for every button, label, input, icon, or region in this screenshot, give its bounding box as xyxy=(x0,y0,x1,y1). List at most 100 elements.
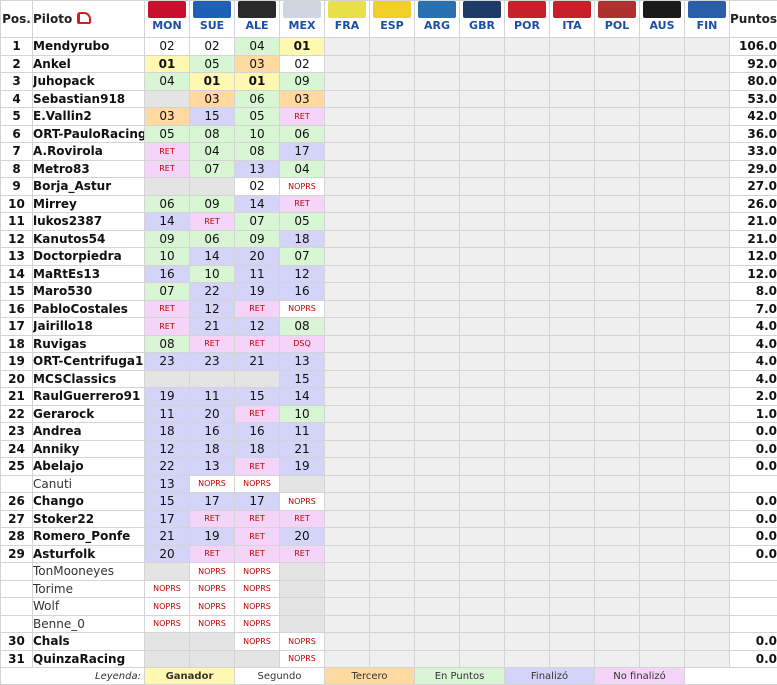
result-cell-empty xyxy=(370,405,415,423)
result-cell-empty xyxy=(595,388,640,406)
result-cell-empty xyxy=(550,528,595,546)
result-cell: RET xyxy=(145,300,190,318)
result-cell-empty xyxy=(640,650,685,668)
result-cell-empty xyxy=(325,335,370,353)
result-cell: 05 xyxy=(280,213,325,231)
driver-name: RaulGuerrero91 xyxy=(33,388,145,406)
rally-code: ESP xyxy=(370,19,414,33)
points-cell: 0.0 xyxy=(730,458,777,476)
result-cell: 21 xyxy=(190,318,235,336)
result-cell-empty xyxy=(550,633,595,651)
result-cell-empty xyxy=(460,265,505,283)
header-row: Pos. Piloto MONSUEALEMEXFRAESPARGGBRPORI… xyxy=(1,1,777,38)
result-cell: 03 xyxy=(235,55,280,73)
rally-header-por: POR xyxy=(505,1,550,38)
standings-page: Pos. Piloto MONSUEALEMEXFRAESPARGGBRPORI… xyxy=(0,0,777,681)
driver-name: Maro530 xyxy=(33,283,145,301)
result-cell-empty xyxy=(550,90,595,108)
result-cell-empty xyxy=(505,283,550,301)
result-cell-empty xyxy=(550,160,595,178)
result-cell-empty xyxy=(460,370,505,388)
points-cell: 33.0 xyxy=(730,143,777,161)
result-cell: RET xyxy=(235,545,280,563)
result-cell-empty xyxy=(370,143,415,161)
result-cell-empty xyxy=(595,353,640,371)
table-row: 29Asturfolk20RETRETRET0.0 xyxy=(1,545,777,563)
result-cell-empty xyxy=(370,475,415,493)
position-cell xyxy=(1,598,33,616)
rally-header-fin: FIN xyxy=(685,1,730,38)
result-cell-empty xyxy=(325,423,370,441)
points-cell: 53.0 xyxy=(730,90,777,108)
table-row: 4Sebastian91803060353.0 xyxy=(1,90,777,108)
result-cell: 10 xyxy=(190,265,235,283)
rally-code: AUS xyxy=(640,19,684,33)
result-cell-empty xyxy=(460,160,505,178)
legend-nofinalizo: No finalizó xyxy=(595,668,685,685)
result-cell-empty xyxy=(505,195,550,213)
result-cell-empty xyxy=(550,248,595,266)
result-cell xyxy=(280,563,325,581)
driver-name: Sebastian918 xyxy=(33,90,145,108)
legend-title: Leyenda: xyxy=(1,668,145,685)
table-row: 1Mendyrubo02020401106.0 xyxy=(1,38,777,56)
result-cell-empty xyxy=(415,90,460,108)
result-cell-empty xyxy=(415,615,460,633)
result-cell-empty xyxy=(415,178,460,196)
result-cell: NOPRS xyxy=(190,598,235,616)
result-cell-empty xyxy=(460,90,505,108)
rally-code: ALE xyxy=(235,19,279,33)
points-cell: 8.0 xyxy=(730,283,777,301)
points-cell: 1.0 xyxy=(730,405,777,423)
result-cell: 06 xyxy=(235,90,280,108)
result-cell-empty xyxy=(325,248,370,266)
result-cell: NOPRS xyxy=(235,475,280,493)
table-row: 6ORT-PauloRacing0508100636.0 xyxy=(1,125,777,143)
rally-logo-icon xyxy=(283,1,321,18)
result-cell: 19 xyxy=(280,458,325,476)
result-cell-empty xyxy=(595,580,640,598)
result-cell-empty xyxy=(550,580,595,598)
result-cell-empty xyxy=(505,423,550,441)
result-cell-empty xyxy=(370,563,415,581)
table-row: Canuti13NOPRSNOPRS xyxy=(1,475,777,493)
result-cell-empty xyxy=(325,598,370,616)
result-cell-empty xyxy=(505,213,550,231)
result-cell: 20 xyxy=(235,248,280,266)
result-cell-empty xyxy=(415,475,460,493)
result-cell-empty xyxy=(550,38,595,56)
rally-logo-icon xyxy=(508,1,546,18)
table-row: 14MaRtEs131610111212.0 xyxy=(1,265,777,283)
table-row: 9Borja_Astur02NOPRS27.0 xyxy=(1,178,777,196)
result-cell-empty xyxy=(640,388,685,406)
result-cell-empty xyxy=(370,125,415,143)
result-cell: 01 xyxy=(145,55,190,73)
result-cell: 10 xyxy=(145,248,190,266)
f1-logo-icon xyxy=(77,12,91,24)
driver-name: Juhopack xyxy=(33,73,145,91)
result-cell-empty xyxy=(325,265,370,283)
result-cell-empty xyxy=(640,160,685,178)
result-cell-empty xyxy=(550,55,595,73)
result-cell-empty xyxy=(640,125,685,143)
legend-ganador: Ganador xyxy=(145,668,235,685)
driver-name: Mendyrubo xyxy=(33,38,145,56)
table-row: 31QuinzaRacingNOPRS0.0 xyxy=(1,650,777,668)
result-cell-empty xyxy=(370,248,415,266)
result-cell-empty xyxy=(325,615,370,633)
result-cell-empty xyxy=(505,598,550,616)
result-cell-empty xyxy=(325,160,370,178)
result-cell: RET xyxy=(145,143,190,161)
result-cell-empty xyxy=(460,458,505,476)
result-cell-empty xyxy=(460,55,505,73)
result-cell-empty xyxy=(415,423,460,441)
result-cell-empty xyxy=(685,195,730,213)
rally-header-pol: POL xyxy=(595,1,640,38)
driver-name: ORT-Centrifuga18 xyxy=(33,353,145,371)
table-row: 25Abelajo2213RET190.0 xyxy=(1,458,777,476)
result-cell-empty xyxy=(370,178,415,196)
driver-name: Benne_0 xyxy=(33,615,145,633)
result-cell-empty xyxy=(325,510,370,528)
driver-name: Canuti xyxy=(33,475,145,493)
result-cell-empty xyxy=(685,510,730,528)
